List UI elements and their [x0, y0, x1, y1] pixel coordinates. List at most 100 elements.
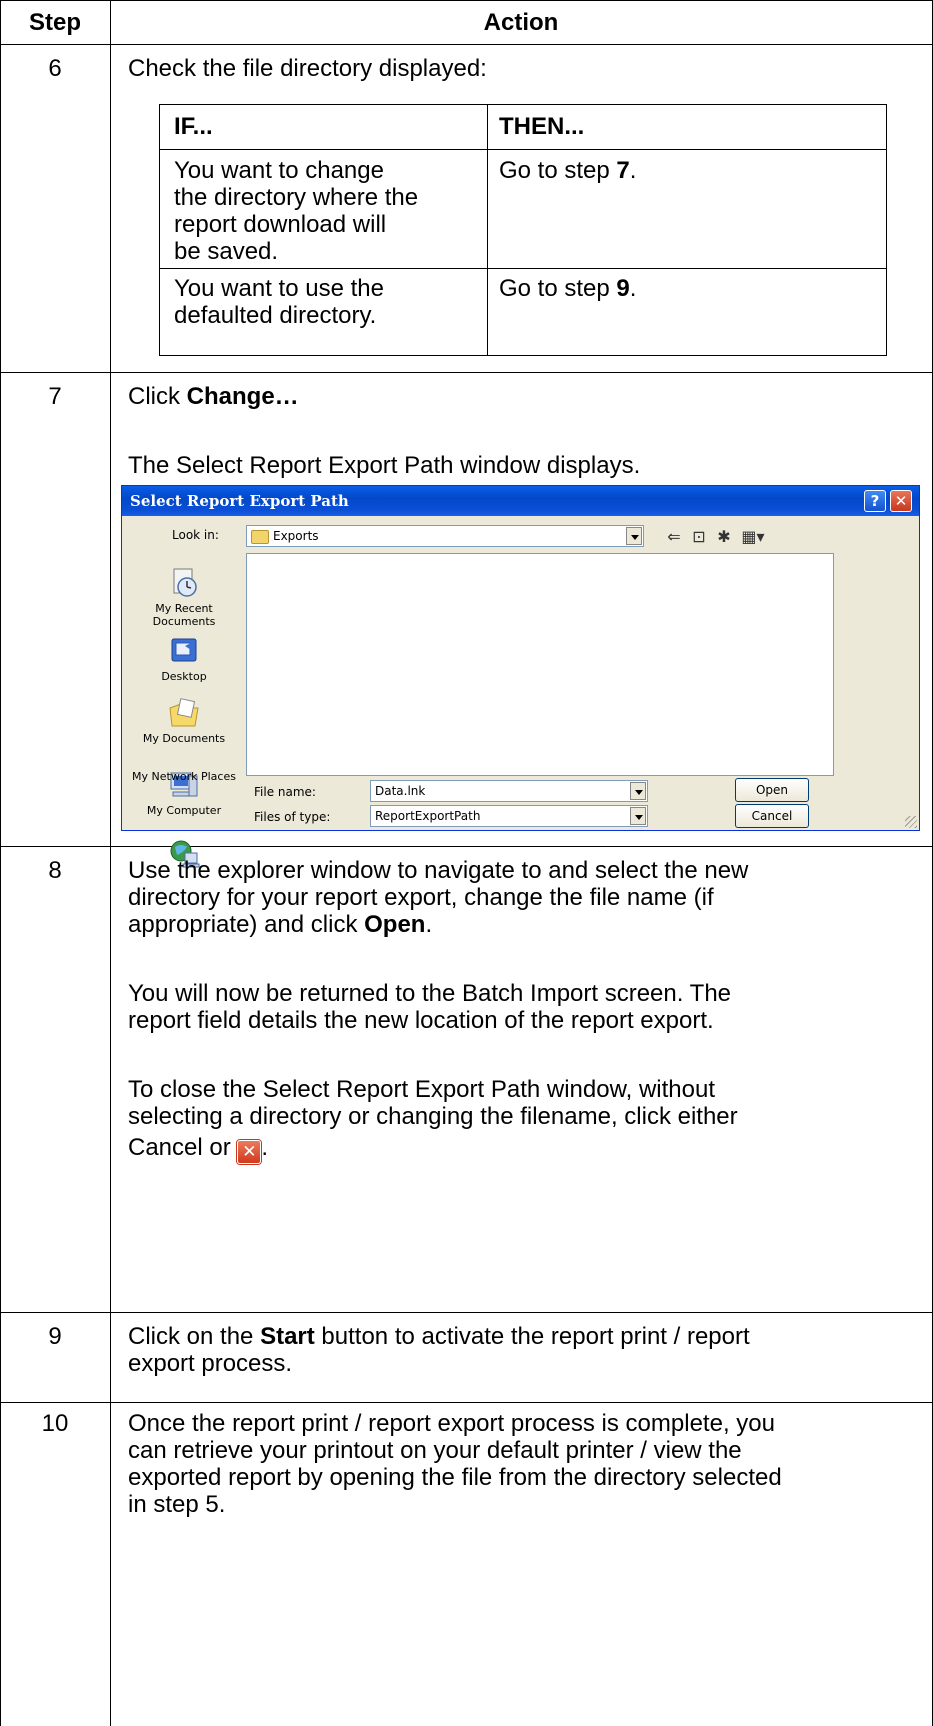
- if-condition-line: defaulted directory.: [174, 302, 377, 329]
- step-8-line: Use the explorer window to navigate to a…: [128, 857, 749, 884]
- then-action: Go to step 9.: [499, 275, 636, 302]
- step-number: 8: [48, 857, 62, 884]
- place-recent-documents[interactable]: My Recent Documents: [128, 566, 240, 628]
- view-menu-icon[interactable]: ▦▾: [738, 526, 768, 548]
- places-bar: My Recent Documents Desktop My Documents: [128, 556, 240, 826]
- start-button-ref: Start: [260, 1323, 315, 1350]
- step-7-instruction: Click Change…: [128, 383, 299, 410]
- step-number: 7: [48, 383, 62, 410]
- table-border-top: [0, 0, 933, 1]
- then-action: Go to step 7.: [499, 157, 636, 184]
- then-step-ref: 7: [616, 157, 630, 184]
- dropdown-arrow-icon[interactable]: [626, 527, 642, 545]
- if-then-table: IF... THEN... You want to change the dir…: [159, 104, 887, 356]
- step-number: 9: [48, 1323, 62, 1350]
- step-8-line: To close the Select Report Export Path w…: [128, 1076, 715, 1103]
- file-name-label: File name:: [254, 785, 316, 799]
- look-in-value: Exports: [273, 529, 319, 543]
- place-desktop[interactable]: Desktop: [128, 634, 240, 683]
- line-text: Click on the: [128, 1323, 261, 1350]
- open-button[interactable]: Open: [735, 778, 809, 802]
- dropdown-arrow-icon[interactable]: [630, 807, 646, 825]
- then-text: Go to step: [499, 275, 617, 302]
- look-in-label: Look in:: [172, 528, 219, 542]
- change-button-ref: Change…: [186, 383, 299, 410]
- step-number: 10: [41, 1410, 69, 1437]
- help-button[interactable]: ?: [864, 490, 886, 512]
- place-label: Desktop: [161, 670, 207, 683]
- place-label: My Recent Documents: [152, 602, 216, 628]
- row-separator: [0, 372, 933, 373]
- folder-icon: [251, 529, 269, 544]
- step-9-line: export process.: [128, 1350, 293, 1377]
- close-button[interactable]: ✕: [890, 490, 912, 512]
- row-separator: [0, 1402, 933, 1403]
- close-icon: ✕: [237, 1140, 262, 1164]
- dialog-title: Select Report Export Path: [130, 492, 349, 510]
- recent-documents-icon: [173, 568, 197, 597]
- step-7-note: The Select Report Export Path window dis…: [128, 452, 641, 479]
- step-number: 6: [48, 55, 62, 82]
- if-header: IF...: [174, 113, 213, 140]
- then-text: Go to step: [499, 157, 617, 184]
- cancel-button[interactable]: Cancel: [735, 804, 809, 828]
- dropdown-arrow-icon[interactable]: [630, 782, 646, 800]
- step-header: Step: [28, 9, 81, 36]
- step-6-instruction: Check the file directory displayed:: [128, 55, 487, 82]
- action-header: Action: [483, 9, 559, 36]
- back-icon[interactable]: ⇐: [663, 526, 685, 548]
- place-label: My Computer: [146, 804, 222, 817]
- step-8-line: selecting a directory or changing the fi…: [128, 1103, 738, 1130]
- file-name-input[interactable]: Data.lnk: [370, 780, 648, 802]
- step-10-line: can retrieve your printout on your defau…: [128, 1437, 742, 1464]
- instruction-text: Click: [128, 383, 187, 410]
- if-condition-line: You want to use the: [174, 275, 384, 302]
- files-of-type-label: Files of type:: [254, 810, 331, 824]
- select-report-export-path-dialog: Select Report Export Path ? ✕ Look in: E…: [121, 485, 920, 868]
- line-text: button to activate the report print / re…: [314, 1323, 750, 1350]
- if-condition-line: be saved.: [174, 238, 279, 265]
- line-punct: .: [261, 1134, 269, 1161]
- up-folder-icon[interactable]: ⊡: [688, 526, 710, 548]
- step-8-line: Cancel or ✕.: [128, 1134, 268, 1164]
- nested-column-line: [487, 105, 488, 355]
- header-separator: [0, 44, 933, 45]
- files-of-type-value: ReportExportPath: [375, 809, 481, 823]
- files-of-type-select[interactable]: ReportExportPath: [370, 805, 648, 827]
- then-punct: .: [629, 157, 637, 184]
- dialog-titlebar: Select Report Export Path ? ✕: [122, 486, 919, 516]
- column-separator: [110, 0, 111, 1726]
- step-9-line: Click on the Start button to activate th…: [128, 1323, 750, 1350]
- desktop-icon: [171, 638, 197, 662]
- if-condition-line: You want to change: [174, 157, 384, 184]
- resize-grip[interactable]: [905, 816, 917, 828]
- step-8-line: directory for your report export, change…: [128, 884, 714, 911]
- nested-row-line: [160, 268, 886, 269]
- step-10-line: exported report by opening the file from…: [128, 1464, 782, 1491]
- then-punct: .: [629, 275, 637, 302]
- open-button-ref: Open: [364, 911, 426, 938]
- line-text: appropriate) and click: [128, 911, 365, 938]
- then-step-ref: 9: [616, 275, 630, 302]
- if-condition-line: the directory where the: [174, 184, 419, 211]
- place-my-documents[interactable]: My Documents: [128, 696, 240, 745]
- row-separator: [0, 1312, 933, 1313]
- my-documents-icon: [169, 698, 199, 727]
- procedure-table: Step Action 6 Check the file directory d…: [0, 0, 933, 1726]
- step-10-line: Once the report print / report export pr…: [128, 1410, 775, 1437]
- step-8-line: appropriate) and click Open.: [128, 911, 432, 938]
- step-8-line: You will now be returned to the Batch Im…: [128, 980, 732, 1007]
- line-punct: .: [425, 911, 433, 938]
- step-10-line: in step 5.: [128, 1491, 226, 1518]
- network-places-label: My Network Places: [132, 770, 236, 783]
- step-8-line: report field details the new location of…: [128, 1007, 714, 1034]
- file-list[interactable]: [246, 553, 834, 776]
- then-header: THEN...: [499, 113, 585, 140]
- nested-header-line: [160, 149, 886, 150]
- look-in-select[interactable]: Exports: [246, 525, 644, 547]
- line-text: Cancel or: [128, 1134, 238, 1161]
- file-name-value: Data.lnk: [375, 784, 426, 798]
- if-condition-line: report download will: [174, 211, 387, 238]
- new-folder-icon[interactable]: ✱: [713, 526, 735, 548]
- place-label: My Documents: [142, 732, 226, 745]
